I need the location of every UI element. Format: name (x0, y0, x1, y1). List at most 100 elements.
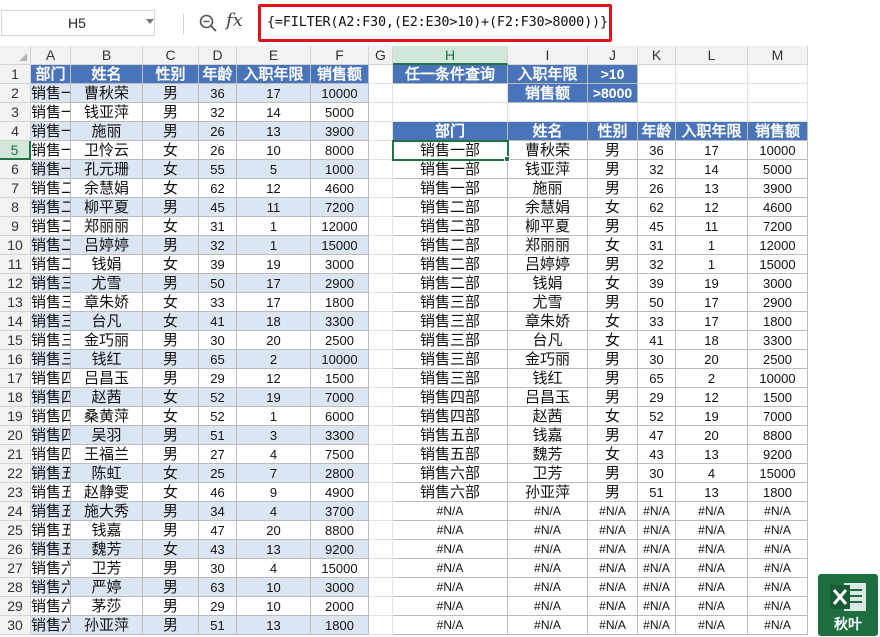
source-cell[interactable]: 15000 (311, 236, 369, 255)
result-error-cell[interactable]: #N/A (676, 597, 748, 616)
source-cell[interactable]: 销售五部 (31, 502, 71, 521)
result-cell[interactable]: 1800 (748, 312, 808, 331)
result-error-cell[interactable]: #N/A (588, 597, 638, 616)
result-error-cell[interactable]: #N/A (638, 540, 676, 559)
source-cell[interactable]: 销售四部 (31, 445, 71, 464)
result-cell[interactable]: 29 (638, 388, 676, 407)
source-cell[interactable]: 销售六部 (31, 616, 71, 635)
source-cell[interactable]: 20 (237, 331, 311, 350)
name-box-dropdown-icon[interactable] (146, 19, 154, 24)
result-error-cell[interactable]: #N/A (676, 521, 748, 540)
source-cell[interactable]: 男 (143, 426, 199, 445)
result-cell[interactable]: 男 (588, 141, 638, 160)
source-cell[interactable]: 严婷 (71, 578, 143, 597)
cell-g29[interactable] (369, 597, 393, 616)
result-error-cell[interactable]: #N/A (393, 540, 508, 559)
row-header-7[interactable]: 7 (0, 179, 31, 198)
cell-g10[interactable] (369, 236, 393, 255)
source-cell[interactable]: 销售三部 (31, 350, 71, 369)
result-cell[interactable]: 12 (676, 198, 748, 217)
source-cell[interactable]: 4 (237, 445, 311, 464)
source-cell[interactable]: 销售四部 (31, 407, 71, 426)
result-cell[interactable]: 2 (676, 369, 748, 388)
result-cell[interactable]: 19 (676, 407, 748, 426)
result-cell[interactable]: 33 (638, 312, 676, 331)
source-header-cell[interactable]: 年龄 (199, 65, 237, 84)
cell-g12[interactable] (369, 274, 393, 293)
source-cell[interactable]: 51 (199, 426, 237, 445)
result-cell[interactable]: 20 (676, 350, 748, 369)
result-cell[interactable]: 尤雪 (508, 293, 588, 312)
result-cell[interactable]: 销售二部 (393, 274, 508, 293)
zoom-icon[interactable] (198, 13, 218, 33)
source-cell[interactable]: 8000 (311, 141, 369, 160)
source-cell[interactable]: 27 (199, 445, 237, 464)
source-header-cell[interactable]: 部门 (31, 65, 71, 84)
result-error-cell[interactable]: #N/A (508, 559, 588, 578)
source-cell[interactable]: 2 (237, 350, 311, 369)
source-cell[interactable]: 19 (237, 388, 311, 407)
source-cell[interactable]: 29 (199, 369, 237, 388)
source-cell[interactable]: 3300 (311, 426, 369, 445)
source-cell[interactable]: 销售六部 (31, 559, 71, 578)
source-cell[interactable]: 4 (237, 502, 311, 521)
source-cell[interactable]: 男 (143, 445, 199, 464)
row-header-27[interactable]: 27 (0, 559, 31, 578)
result-cell[interactable]: 销售二部 (393, 236, 508, 255)
source-cell[interactable]: 8800 (311, 521, 369, 540)
cell-g3[interactable] (369, 103, 393, 122)
source-cell[interactable]: 销售三部 (31, 331, 71, 350)
source-cell[interactable]: 销售一部 (31, 103, 71, 122)
result-cell[interactable]: 销售二部 (393, 217, 508, 236)
source-cell[interactable]: 男 (143, 198, 199, 217)
row-header-10[interactable]: 10 (0, 236, 31, 255)
source-cell[interactable]: 男 (143, 559, 199, 578)
result-cell[interactable]: 39 (638, 274, 676, 293)
result-error-cell[interactable]: #N/A (393, 521, 508, 540)
source-cell[interactable]: 18 (237, 312, 311, 331)
source-cell[interactable]: 销售三部 (31, 274, 71, 293)
source-cell[interactable]: 男 (143, 274, 199, 293)
column-header-d[interactable]: D (199, 46, 237, 65)
source-cell[interactable]: 31 (199, 217, 237, 236)
result-cell[interactable]: 36 (638, 141, 676, 160)
result-error-cell[interactable]: #N/A (676, 502, 748, 521)
source-cell[interactable]: 销售五部 (31, 464, 71, 483)
result-error-cell[interactable]: #N/A (748, 616, 808, 635)
source-cell[interactable]: 1000 (311, 160, 369, 179)
cell-g13[interactable] (369, 293, 393, 312)
cell-m2[interactable] (748, 84, 808, 103)
cell-g27[interactable] (369, 559, 393, 578)
result-cell[interactable]: 女 (588, 331, 638, 350)
result-cell[interactable]: 男 (588, 255, 638, 274)
source-cell[interactable]: 销售五部 (31, 521, 71, 540)
source-cell[interactable]: 男 (143, 122, 199, 141)
source-cell[interactable]: 39 (199, 255, 237, 274)
result-error-cell[interactable]: #N/A (393, 502, 508, 521)
row-header-24[interactable]: 24 (0, 502, 31, 521)
cell-g23[interactable] (369, 483, 393, 502)
source-cell[interactable]: 52 (199, 388, 237, 407)
source-cell[interactable]: 销售一部 (31, 84, 71, 103)
source-cell[interactable]: 12000 (311, 217, 369, 236)
result-cell[interactable]: 13 (676, 179, 748, 198)
result-cell[interactable]: 销售三部 (393, 312, 508, 331)
result-error-cell[interactable]: #N/A (676, 540, 748, 559)
result-cell[interactable]: 女 (588, 312, 638, 331)
source-cell[interactable]: 女 (143, 540, 199, 559)
source-cell[interactable]: 5 (237, 160, 311, 179)
source-cell[interactable]: 3300 (311, 312, 369, 331)
source-cell[interactable]: 4600 (311, 179, 369, 198)
source-cell[interactable]: 女 (143, 464, 199, 483)
source-cell[interactable]: 1500 (311, 369, 369, 388)
result-cell[interactable]: 钱嘉 (508, 426, 588, 445)
source-cell[interactable]: 47 (199, 521, 237, 540)
result-error-cell[interactable]: #N/A (508, 521, 588, 540)
cell-g7[interactable] (369, 179, 393, 198)
source-cell[interactable]: 17 (237, 274, 311, 293)
source-cell[interactable]: 9200 (311, 540, 369, 559)
source-cell[interactable]: 36 (199, 84, 237, 103)
source-cell[interactable]: 20 (237, 521, 311, 540)
source-cell[interactable]: 3700 (311, 502, 369, 521)
row-header-15[interactable]: 15 (0, 331, 31, 350)
